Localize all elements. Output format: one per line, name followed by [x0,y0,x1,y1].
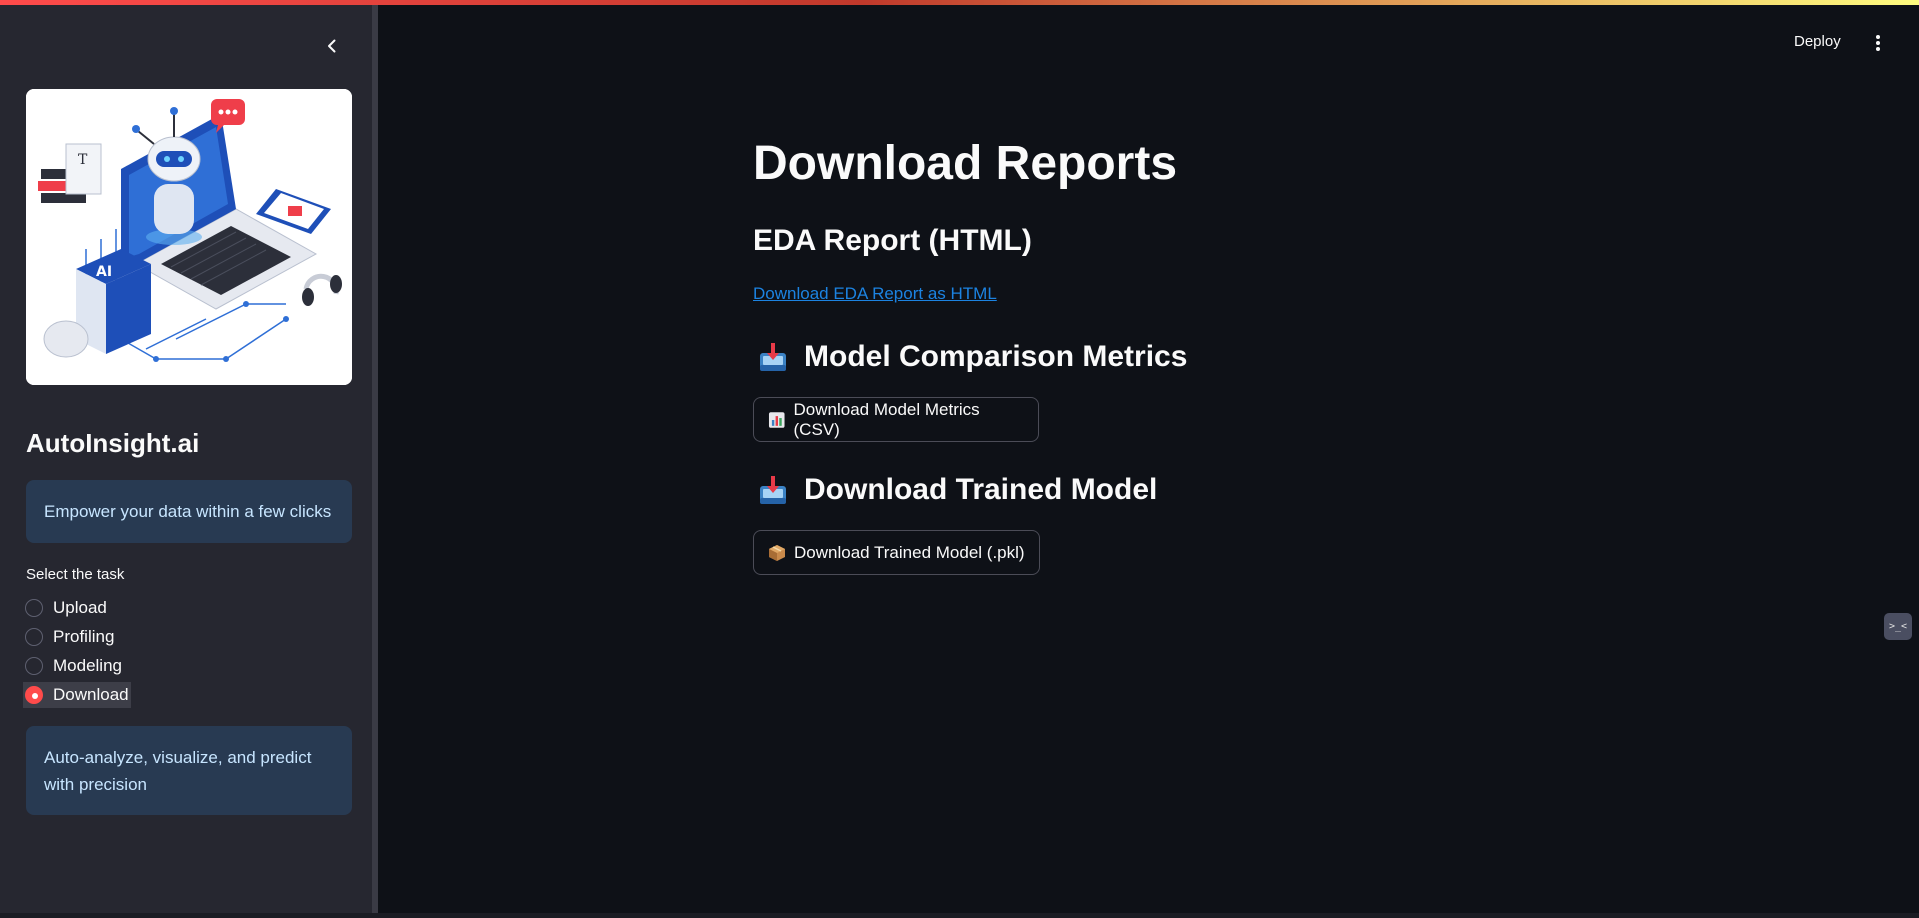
download-eda-link[interactable]: Download EDA Report as HTML [753,284,997,304]
kebab-menu-icon [1876,35,1880,39]
model-metrics-heading: Model Comparison Metrics [758,340,1187,374]
page-title: Download Reports [753,137,1178,190]
chevron-left-icon [328,39,336,53]
radio-option-label: Upload [53,598,107,617]
package-icon [769,544,785,561]
ai-robot-illustration: T AI [26,89,352,385]
download-metrics-button-label: Download Model Metrics (CSV) [793,399,980,439]
bar-chart-icon [768,411,785,428]
radio-option-label: Download [53,685,129,704]
radio-option-label: Modeling [53,656,122,675]
tagline-info-box: Empower your data within a few clicks [26,480,352,543]
radio-circle[interactable] [25,657,43,675]
radio-option-upload[interactable]: Upload [23,595,109,621]
inbox-tray-icon [760,343,786,371]
floating-terminal-widget[interactable]: >_< [1884,613,1912,640]
footer-info-box: Auto-analyze, visualize, and predict wit… [26,726,352,815]
terminal-face-icon: >_< [1888,621,1908,632]
collapse-sidebar-button[interactable] [320,34,344,58]
download-model-button-label: Download Trained Model (.pkl) [794,542,1025,562]
eda-report-heading: EDA Report (HTML) [753,224,1032,257]
download-metrics-button[interactable]: Download Model Metrics (CSV) [753,397,1039,442]
radio-circle-checked[interactable] [25,686,43,704]
inbox-tray-icon [760,476,786,504]
model-metrics-heading-text: Model Comparison Metrics [804,340,1188,373]
trained-model-heading-text: Download Trained Model [804,473,1158,506]
radio-option-profiling[interactable]: Profiling [23,624,116,650]
app-title: AutoInsight.ai [26,428,200,458]
download-model-button[interactable]: Download Trained Model (.pkl) [753,530,1040,575]
svg-text:T: T [78,152,88,168]
radio-option-download[interactable]: Download [23,682,131,708]
svg-text:AI: AI [96,264,112,280]
bottom-edge [0,913,1919,918]
radio-option-modeling[interactable]: Modeling [23,653,124,679]
trained-model-heading: Download Trained Model [758,473,1157,507]
radio-circle[interactable] [25,628,43,646]
radio-circle[interactable] [25,599,43,617]
logo-image: T AI [26,89,352,385]
deploy-button[interactable]: Deploy [1794,33,1841,50]
footer-note-text: Auto-analyze, visualize, and predict wit… [44,747,312,794]
tagline-text: Empower your data within a few clicks [44,502,332,521]
sidebar-resize-handle[interactable] [372,5,378,913]
radio-option-label: Profiling [53,627,115,646]
main-menu-button[interactable] [1868,32,1888,54]
task-radio-label: Select the task [26,566,125,583]
